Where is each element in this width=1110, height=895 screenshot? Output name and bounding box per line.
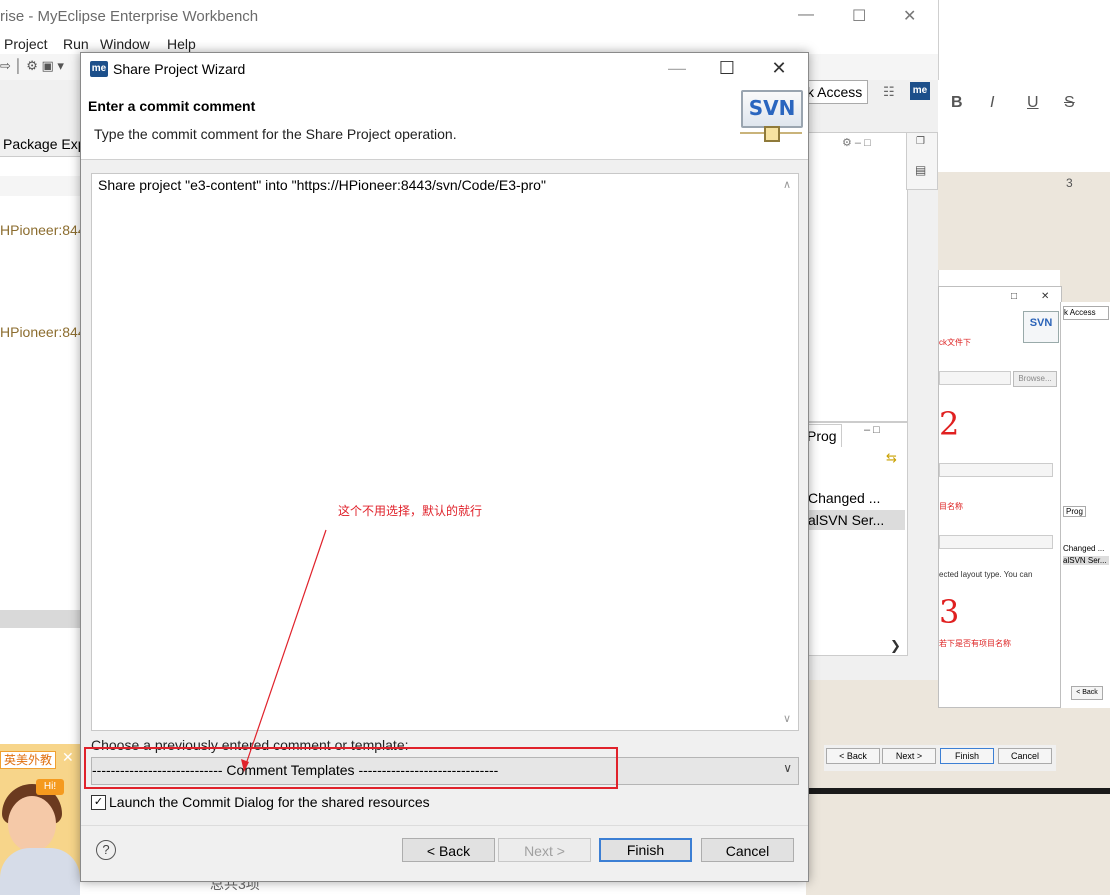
document-background [938,172,1110,270]
myeclipse-icon: me [90,61,108,77]
launch-commit-label[interactable]: Launch the Commit Dialog for the shared … [109,794,430,810]
dialog-title: Share Project Wizard [113,61,246,77]
embedded-cancel-button: Cancel [998,748,1052,764]
maximize-icon[interactable]: ☐ [852,6,866,26]
wizard-page-title: Enter a commit comment [88,98,256,114]
progress-row-changed[interactable]: Changed ... [808,490,880,506]
help-icon[interactable]: ? [96,840,116,860]
embedded-close-icon: ✕ [1041,291,1050,302]
strikethrough-icon[interactable]: S [1064,94,1075,112]
embedded-maximize-icon: □ [1011,291,1018,302]
scroll-up-icon[interactable]: ∧ [783,178,791,191]
embedded-red-note-3: 若下是否有项目名称 [939,639,1011,648]
menu-help[interactable]: Help [167,36,196,52]
dialog-close-icon[interactable]: ✕ [761,58,797,78]
embedded-finish-button: Finish [940,748,994,764]
chevron-right-icon[interactable]: ❯ [890,638,901,654]
embedded-back-button-2: < Back [1071,686,1103,700]
background-window-title: rise - MyEclipse Enterprise Workbench [0,8,259,25]
embedded-browse-button: Browse... [1013,371,1057,387]
view-menu-icons[interactable]: ⚙ – □ [842,136,871,149]
chevron-down-icon[interactable]: ∨ [783,761,792,775]
embedded-back-button: < Back [826,748,880,764]
myeclipse-perspective-icon[interactable]: me [910,82,930,100]
comment-scrollbar[interactable]: ∧ ∨ [780,174,798,730]
ad-person-body [0,848,80,895]
embedded-prog-tab: Prog [1063,506,1086,517]
package-explorer-tab[interactable]: Package Exp [0,132,86,157]
embedded-row-svn: alSVN Ser... [1063,556,1109,565]
embedded-row-changed: Changed ... [1063,544,1105,553]
left-pane-row [0,176,82,196]
menu-run[interactable]: Run [63,36,89,52]
progress-tab-label: Prog [807,428,837,444]
button-bar-divider [81,825,808,826]
svn-logo-text: SVN [741,90,803,128]
commit-comment-text: Share project "e3-content" into "https:/… [98,177,546,193]
minimize-icon[interactable]: — [798,6,814,24]
package-explorer-pane [0,132,82,681]
document-toolbar-area [938,80,1110,172]
close-icon[interactable]: ✕ [903,6,916,26]
progress-row-svn-server[interactable]: alSVN Ser... [808,512,884,528]
svn-logo-knob [764,126,780,142]
embedded-field-2 [939,463,1053,477]
launch-commit-checkbox[interactable]: ✓ [91,795,106,810]
embedded-field-3 [939,535,1053,549]
right-top-pane [806,132,908,422]
left-pane-scrollbar[interactable] [0,610,82,628]
quick-access-field[interactable]: k Access [806,80,868,104]
embedded-red-note-1: ck文件下 [939,338,971,347]
wizard-page-description: Type the commit comment for the Share Pr… [94,126,457,142]
ad-person-face [8,796,56,852]
embedded-annotation-2: 2 [939,405,960,443]
embedded-svn-logo: SVN [1023,311,1059,343]
bold-icon[interactable]: B [951,94,963,112]
embedded-button-bar: < Back Next > Finish Cancel [824,745,1056,771]
package-explorer-tab-label: Package Exp [3,136,86,152]
embedded-quick-access: k Access [1063,306,1109,320]
perspective-icon[interactable]: ☷ [883,84,895,100]
view-minmax-icons[interactable]: – □ [864,424,880,436]
cancel-button[interactable]: Cancel [701,838,794,862]
menu-window[interactable]: Window [100,36,150,52]
ad-label: 英美外教 [0,751,56,769]
finish-button[interactable]: Finish [599,838,692,862]
dialog-minimize-icon[interactable]: — [659,58,695,78]
svn-logo-icon: SVN [740,90,803,142]
advertisement[interactable]: 英美外教 ✕ Hi! [0,744,80,895]
annotation-note: 这个不用选择，默认的就行 [338,504,483,518]
embedded-screenshot: □ ✕ SVN ck文件下 Browse... 2 目名称 ected layo… [938,286,1062,708]
ad-close-icon[interactable]: ✕ [62,749,74,766]
embedded-screenshot-right: k Access Prog Changed ... alSVN Ser... <… [1060,302,1110,708]
tree-row-repo-2[interactable]: HPioneer:844 [0,324,86,340]
toolbar-icons[interactable]: ⇨ │ ⚙ ▣ ▾ [0,58,64,74]
embedded-url-field [939,371,1011,385]
italic-icon[interactable]: I [990,94,994,112]
sync-icon[interactable]: ⇆ [886,450,897,466]
embedded-layout-note: ected layout type. You can [939,570,1033,579]
embedded-red-note-2: 目名称 [939,502,963,511]
embedded-next-button: Next > [882,748,936,764]
tree-row-repo-1[interactable]: HPioneer:844 [0,222,86,238]
annotation-highlight-box [84,747,618,789]
scroll-down-icon[interactable]: ∨ [783,712,791,725]
commit-comment-textarea[interactable]: Share project "e3-content" into "https:/… [91,173,799,731]
menu-project[interactable]: Project [4,36,48,52]
wizard-banner: Enter a commit comment Type the commit c… [81,85,808,160]
restore-icon[interactable]: ❐ [916,136,925,147]
next-button[interactable]: Next > [498,838,591,862]
embedded-annotation-3: 3 [939,593,960,631]
dark-divider [806,788,1110,794]
outline-icon[interactable]: ▤ [915,163,926,177]
page-number: 3 [1066,176,1073,190]
progress-tab[interactable]: Prog [806,424,842,447]
underline-icon[interactable]: U [1027,94,1039,112]
ad-hi-bubble: Hi! [36,779,64,795]
back-button[interactable]: < Back [402,838,495,862]
dialog-maximize-icon[interactable]: ☐ [709,58,745,78]
